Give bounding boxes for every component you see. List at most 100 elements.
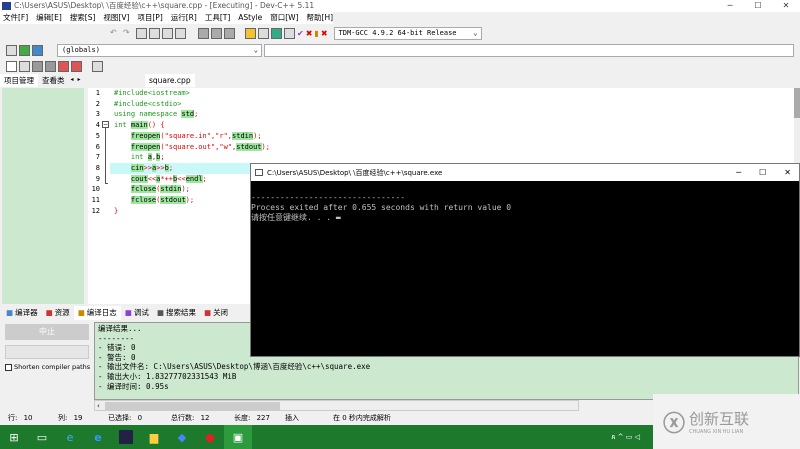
- menu-item[interactable]: 搜索[S]: [70, 12, 96, 24]
- code-token: freopen: [130, 142, 161, 151]
- replace-icon[interactable]: [149, 27, 160, 39]
- menu-item[interactable]: 窗口[W]: [270, 12, 298, 24]
- bottom-tab[interactable]: ■ 关闭: [200, 306, 232, 320]
- redo-icon[interactable]: ↷: [123, 28, 134, 39]
- menu-item[interactable]: 编辑[E]: [36, 12, 62, 24]
- bottom-tab[interactable]: ■ 搜索结果: [153, 306, 200, 320]
- goto-bookmark-icon[interactable]: [32, 44, 43, 56]
- bottom-tab[interactable]: ■ 资源: [42, 306, 74, 320]
- line-number: 11: [91, 196, 100, 205]
- code-line: #include<cstdio>: [114, 99, 270, 110]
- console-task-icon[interactable]: ▣: [224, 425, 252, 449]
- ie-icon[interactable]: e: [56, 425, 84, 449]
- maximize-button[interactable]: ☐: [744, 0, 772, 12]
- menu-item[interactable]: 帮助[H]: [307, 12, 334, 24]
- toggle-bookmark-icon[interactable]: [19, 44, 30, 56]
- insert-icon[interactable]: [6, 44, 17, 56]
- chevron-down-icon: ⌄: [473, 28, 478, 37]
- tab-classes[interactable]: 查看类: [38, 74, 69, 87]
- abort-button[interactable]: 中止: [5, 324, 89, 340]
- code-token: ("square.out","w",: [160, 142, 237, 151]
- line-numbers: 1 2 3 4 5 6 7 8 9 10 11 12: [88, 88, 100, 216]
- check-icon[interactable]: ✔: [297, 29, 304, 38]
- code-area[interactable]: #include<iostream> #include<cstdio> using …: [114, 88, 270, 216]
- edge-icon[interactable]: e: [84, 425, 112, 449]
- console-close-button[interactable]: ✕: [784, 168, 791, 177]
- bottom-tab[interactable]: ■ 调试: [121, 306, 153, 320]
- print-icon[interactable]: [92, 60, 103, 72]
- console-maximize-button[interactable]: ☐: [759, 168, 766, 177]
- bottom-tab[interactable]: ■ 编译器: [2, 306, 42, 320]
- find-icon[interactable]: [136, 27, 147, 39]
- save-icon[interactable]: [32, 60, 43, 72]
- close-all-icon[interactable]: [71, 60, 82, 72]
- tab-file-square[interactable]: square.cpp: [145, 74, 195, 87]
- checkbox[interactable]: [5, 363, 12, 371]
- code-token: cin: [130, 163, 144, 172]
- scope-select[interactable]: (globals) ⌄: [57, 43, 262, 57]
- code-token: freopen: [130, 131, 161, 140]
- arrow-left-icon[interactable]: ◂: [69, 74, 76, 87]
- menu-item[interactable]: 文件[F]: [3, 12, 28, 24]
- code-line: fclose(stdout);: [114, 195, 270, 206]
- tab-icon: ■: [6, 308, 14, 317]
- console-line: --------------------------------: [251, 193, 406, 202]
- bookmark-icon[interactable]: [175, 27, 186, 39]
- code-token: #include<iostream>: [114, 89, 190, 97]
- code-token: >>: [156, 163, 165, 172]
- code-token: );: [261, 142, 270, 151]
- tab-project[interactable]: 项目管理: [0, 74, 38, 87]
- minimize-button[interactable]: ─: [716, 0, 744, 12]
- wps-icon[interactable]: ◆: [168, 425, 196, 449]
- indent-icon[interactable]: [198, 27, 209, 39]
- chart-icon[interactable]: ▮: [314, 29, 318, 38]
- code-line: cin>>a>>b;: [114, 163, 270, 174]
- open-icon[interactable]: [19, 60, 30, 72]
- toggle-icon[interactable]: [224, 27, 235, 39]
- arrow-right-icon[interactable]: ▸: [76, 74, 83, 87]
- save-all-icon[interactable]: [45, 60, 56, 72]
- menu-item[interactable]: 视图[V]: [103, 12, 129, 24]
- fold-marker-icon[interactable]: −: [102, 121, 109, 128]
- close-button[interactable]: ✕: [772, 0, 800, 12]
- explorer-icon[interactable]: ▆: [140, 425, 168, 449]
- chevron-down-icon: ⌄: [253, 45, 258, 54]
- new-icon[interactable]: [6, 60, 17, 72]
- unindent-icon[interactable]: [211, 27, 222, 39]
- console-output: -------------------------------- Process …: [251, 181, 799, 223]
- goto-icon[interactable]: [162, 27, 173, 39]
- menu-item[interactable]: 工具[T]: [205, 12, 230, 24]
- menu-item[interactable]: AStyle: [238, 12, 262, 24]
- run-icon[interactable]: [258, 27, 269, 39]
- console-window[interactable]: C:\Users\ASUS\Desktop\ \百度经验\c++\square.…: [250, 163, 800, 357]
- console-minimize-button[interactable]: ─: [736, 168, 741, 177]
- app-red-icon[interactable]: ●: [196, 425, 224, 449]
- start-icon[interactable]: ⊞: [0, 425, 28, 449]
- close-file-icon[interactable]: [58, 60, 69, 72]
- undo-icon[interactable]: ↶: [110, 28, 121, 39]
- menu-item[interactable]: 运行[R]: [171, 12, 197, 24]
- delete-icon[interactable]: ✖: [321, 29, 328, 38]
- stop-icon[interactable]: ✖: [306, 29, 313, 38]
- project-panel: [2, 88, 84, 304]
- member-select[interactable]: [264, 43, 794, 57]
- task-view-icon[interactable]: ▭: [28, 425, 56, 449]
- scroll-thumb[interactable]: [794, 88, 800, 118]
- tab-icon: ■: [124, 308, 132, 317]
- code-token: stdout: [236, 142, 262, 151]
- rebuild-icon[interactable]: [284, 27, 295, 39]
- log-horizontal-scrollbar[interactable]: ‹: [94, 400, 579, 411]
- menu-item[interactable]: 项目[P]: [137, 12, 162, 24]
- shorten-paths-checkbox[interactable]: Shorten compiler paths: [5, 363, 90, 371]
- compile-run-icon[interactable]: [271, 27, 282, 39]
- console-line: Process exited after 0.655 seconds with …: [251, 203, 512, 212]
- code-token: main: [130, 121, 148, 130]
- compiler-select[interactable]: TDM-GCC 4.9.2 64-bit Release ⌄: [333, 26, 482, 40]
- devcpp-icon[interactable]: [112, 425, 140, 449]
- compile-icon[interactable]: [245, 27, 256, 39]
- scroll-left-icon[interactable]: ‹: [95, 402, 100, 410]
- scroll-thumb[interactable]: [105, 402, 280, 410]
- bottom-tab[interactable]: ■ 编译日志: [73, 306, 121, 320]
